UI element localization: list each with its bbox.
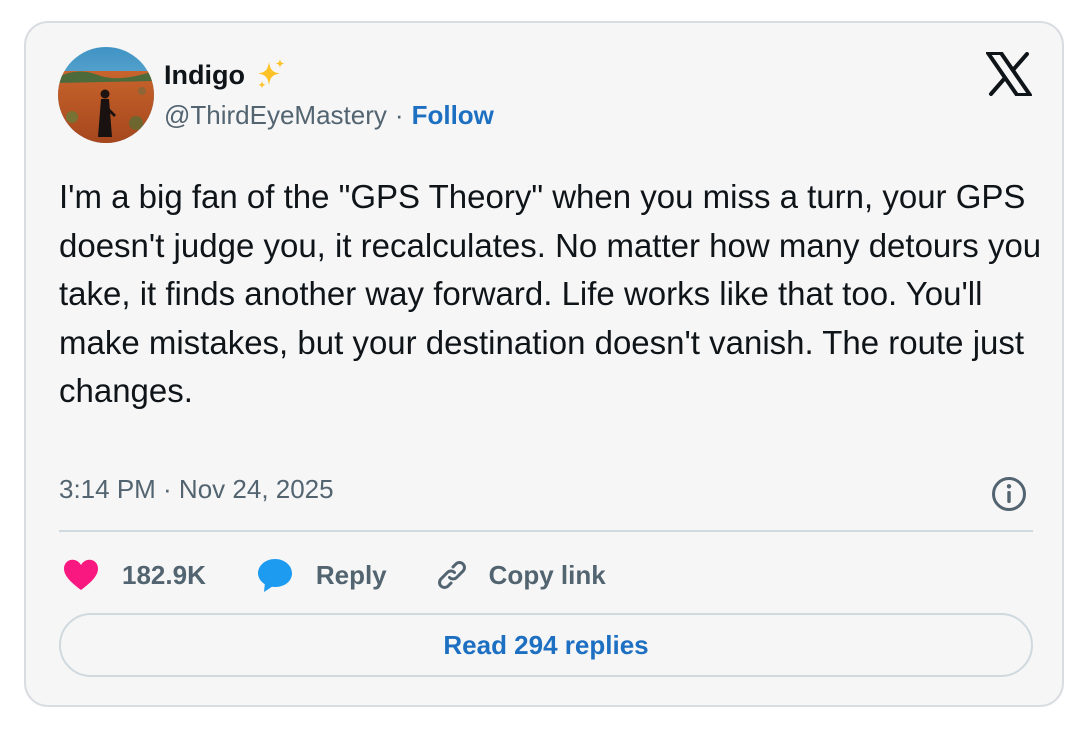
copy-link-button[interactable]: Copy link <box>433 556 606 594</box>
like-count: 182.9K <box>122 559 206 590</box>
follow-button[interactable]: Follow <box>412 100 494 131</box>
reply-button[interactable]: Reply <box>256 556 387 594</box>
reply-label: Reply <box>315 559 387 590</box>
handle-row: @ThirdEyeMastery · Follow <box>164 100 494 131</box>
divider <box>59 530 1033 532</box>
avatar[interactable] <box>58 47 154 143</box>
info-icon[interactable] <box>990 475 1028 513</box>
like-button[interactable]: 182.9K <box>62 556 206 594</box>
heart-icon <box>64 559 98 590</box>
separator-dot: · <box>394 100 404 130</box>
speech-bubble-icon <box>257 559 292 592</box>
tweet-card: Indigo @ThirdEyeMastery · Follow I'm a b… <box>24 21 1064 707</box>
link-icon <box>437 561 466 589</box>
user-handle[interactable]: @ThirdEyeMastery <box>164 100 387 131</box>
copy-link-label: Copy link <box>488 559 606 590</box>
sparkles-icon <box>257 59 285 89</box>
tweet-timestamp[interactable]: 3:14 PM · Nov 24, 2025 <box>59 474 334 505</box>
read-replies-button[interactable]: Read 294 replies <box>59 613 1033 677</box>
avatar-photo <box>58 47 154 143</box>
tweet-text: I'm a big fan of the "GPS Theory" when y… <box>59 178 1042 409</box>
action-bar: 182.9K Reply Copy link <box>62 553 606 597</box>
display-name[interactable]: Indigo <box>164 60 245 91</box>
author-name-row: Indigo <box>164 57 287 93</box>
x-logo-icon[interactable] <box>986 52 1032 96</box>
